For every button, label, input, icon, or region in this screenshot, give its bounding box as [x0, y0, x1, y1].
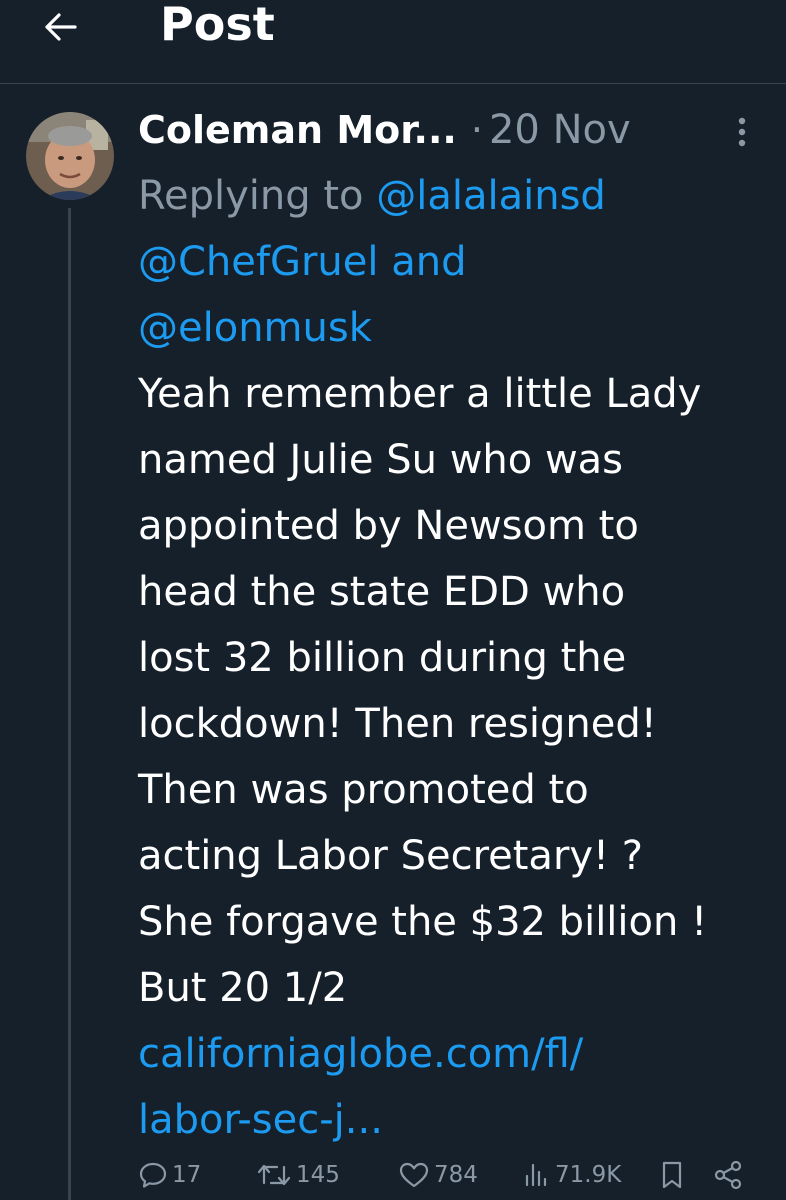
top-app-bar: Post: [0, 0, 786, 84]
post-body-line: named Julie Su who was: [138, 437, 624, 483]
thread-connector-line: [68, 208, 71, 1200]
heart-icon: [399, 1162, 429, 1188]
views-button[interactable]: 71.9K: [523, 1150, 621, 1200]
post-date[interactable]: 20 Nov: [489, 107, 631, 153]
replying-to: Replying to @lalalainsd @ChefGruel and @…: [138, 163, 758, 361]
back-button[interactable]: [30, 2, 90, 52]
post-body-line: lost 32 billion during the: [138, 635, 627, 681]
repost-button[interactable]: 145: [256, 1150, 340, 1200]
views-chart-icon: [525, 1163, 547, 1187]
repost-count: 145: [296, 1162, 340, 1188]
mention-chefgruel[interactable]: @ChefGruel: [138, 239, 379, 285]
avatar[interactable]: [26, 112, 114, 200]
bookmark-icon: [662, 1161, 682, 1189]
post-body-line: lockdown! Then resigned!: [138, 701, 657, 747]
post-body-line: appointed by Newsom to: [138, 503, 639, 549]
repost-icon: [257, 1164, 291, 1186]
page-title: Post: [160, 0, 275, 51]
share-button[interactable]: [712, 1150, 744, 1200]
post-body-line: Yeah remember a little Lady: [138, 371, 702, 417]
like-count: 784: [434, 1162, 478, 1188]
mention-joiner[interactable]: and: [391, 239, 466, 285]
mention-lalalainsd[interactable]: @lalalainsd: [376, 173, 606, 219]
post-body-line: Then was promoted to: [138, 767, 589, 813]
post-body: Yeah remember a little Lady named Julie …: [138, 361, 778, 1153]
post-action-bar: 17 145 784 71.9K: [0, 1150, 786, 1200]
user-avatar-image: [26, 112, 114, 200]
post-link[interactable]: californiaglobe.com/fl/: [138, 1021, 778, 1087]
meta-separator: ·: [470, 108, 483, 152]
reply-count: 17: [172, 1162, 202, 1188]
more-vertical-icon: [738, 117, 746, 147]
post-body-line: acting Labor Secretary! ?: [138, 833, 644, 879]
post-link[interactable]: labor-sec-j...: [138, 1087, 778, 1153]
like-button[interactable]: 784: [398, 1150, 478, 1200]
reply-icon: [139, 1162, 167, 1188]
post-body-line: She forgave the $32 billion !: [138, 899, 708, 945]
author-name[interactable]: Coleman Mor...: [138, 108, 457, 152]
bookmark-button[interactable]: [660, 1150, 684, 1200]
replying-to-label: Replying to: [138, 173, 364, 219]
mention-elonmusk[interactable]: @elonmusk: [138, 305, 372, 351]
views-count: 71.9K: [555, 1162, 622, 1188]
share-icon: [714, 1160, 742, 1190]
reply-button[interactable]: 17: [138, 1150, 201, 1200]
post-body-line: But 20 1/2: [138, 965, 348, 1011]
post-body-line: head the state EDD who: [138, 569, 626, 615]
more-options-button[interactable]: [728, 112, 756, 152]
post-meta-row: Coleman Mor... · 20 Nov: [138, 100, 631, 160]
arrow-left-icon: [45, 13, 77, 41]
